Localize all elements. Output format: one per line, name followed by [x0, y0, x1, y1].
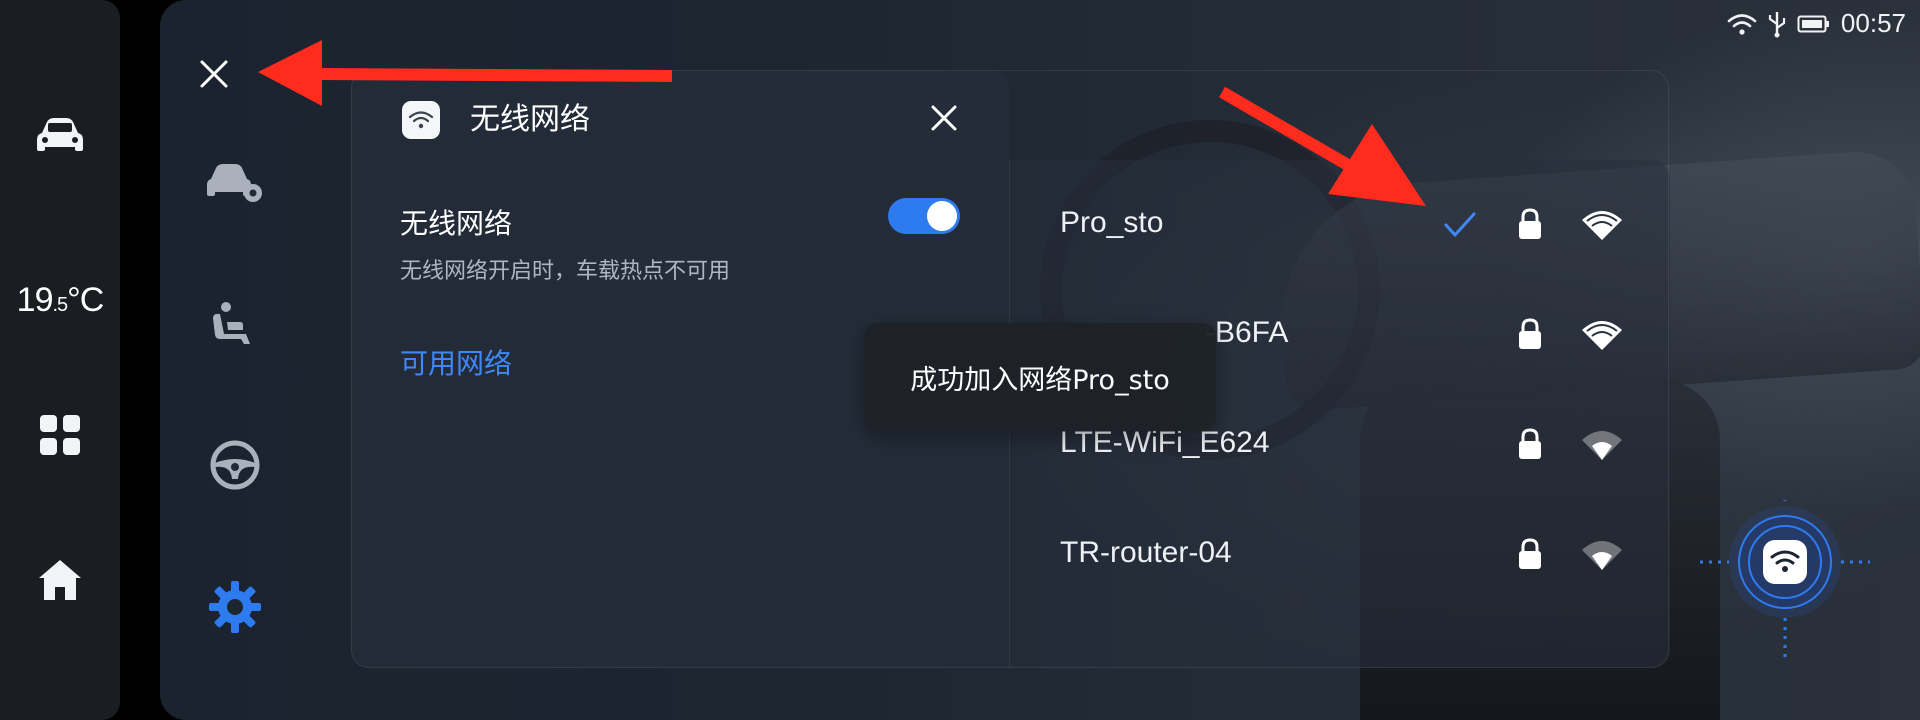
screen: 19.5°C 00:57 无线网络 无线网络 无线网络开启时，车载热点不可用 可… — [0, 0, 1920, 720]
annotation-arrow-close — [258, 40, 673, 106]
annotation-arrows — [258, 40, 1426, 206]
annotation-arrow-check — [1218, 86, 1426, 206]
